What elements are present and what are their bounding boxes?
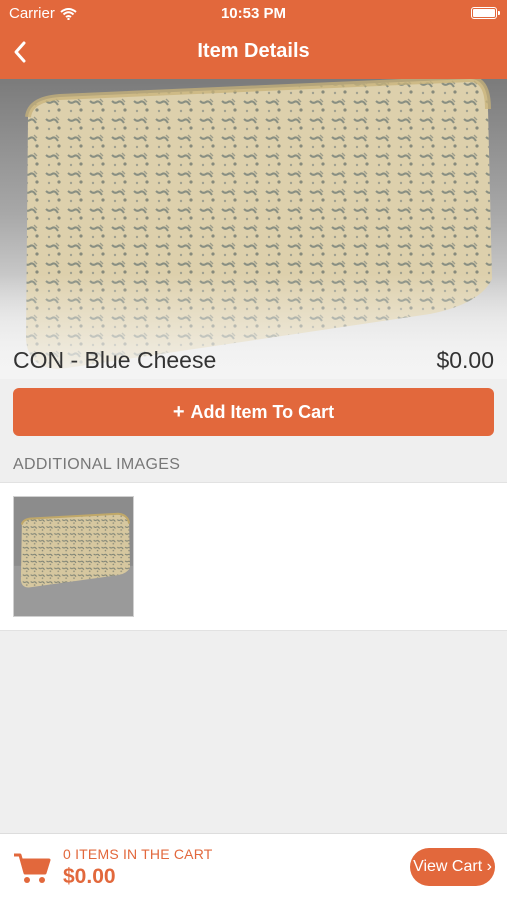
add-to-cart-label: Add Item To Cart — [190, 401, 335, 422]
battery-icon — [471, 7, 500, 19]
status-bar: Carrier 10:53 PM — [0, 0, 507, 28]
product-price: $0.00 — [436, 347, 494, 373]
navigation-bar: Carrier 10:53 PM Item Details — [0, 0, 507, 79]
view-cart-button[interactable]: View Cart › — [410, 848, 495, 886]
status-time: 10:53 PM — [220, 5, 287, 22]
page-title: Item Details — [197, 40, 310, 62]
additional-image-thumbnail[interactable] — [13, 496, 134, 617]
cart-item-count: 0 ITEMS IN THE CART — [63, 846, 213, 862]
product-image — [0, 79, 507, 379]
additional-images-heading: ADDITIONAL IMAGES — [13, 456, 181, 473]
cart-footer: 0 ITEMS IN THE CART $0.00 View Cart › — [0, 833, 507, 901]
plus-icon: + — [172, 401, 185, 423]
shopping-cart-icon — [14, 853, 51, 883]
product-info: CON - Blue Cheese $0.00 — [13, 347, 494, 377]
product-name: CON - Blue Cheese — [13, 347, 217, 373]
add-to-cart-button[interactable]: + Add Item To Cart — [13, 388, 494, 436]
cart-total: $0.00 — [63, 865, 116, 888]
additional-images-gallery — [0, 482, 507, 631]
